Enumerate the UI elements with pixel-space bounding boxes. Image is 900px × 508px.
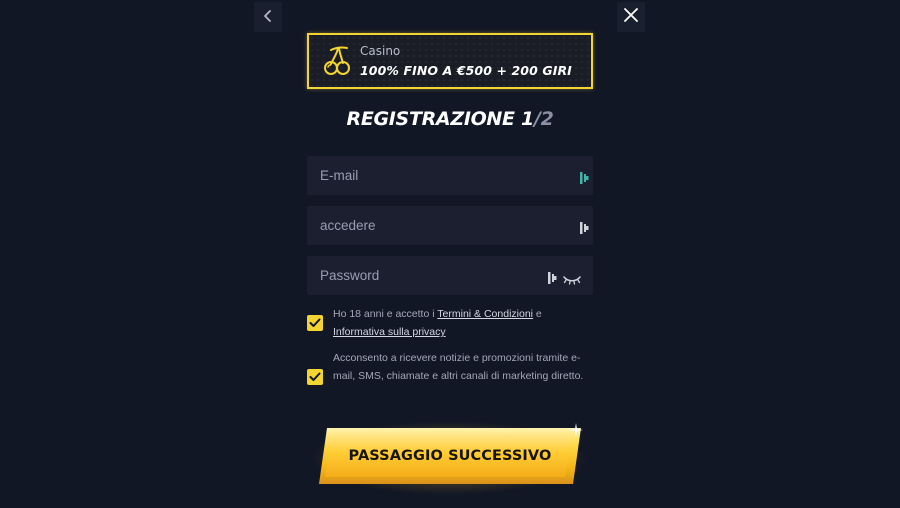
title-step-total: /2 [533, 108, 554, 130]
password-field-container [307, 256, 593, 295]
close-icon [623, 7, 639, 27]
terms-text-before: Ho 18 anni e accetto i [333, 308, 438, 320]
chevron-left-icon [263, 8, 273, 27]
password-field[interactable] [307, 256, 550, 295]
password-manager-icon[interactable] [580, 219, 590, 238]
privacy-link[interactable]: Informativa sulla privacy [333, 326, 446, 338]
terms-link[interactable]: Termini & Condizioni [437, 308, 533, 320]
login-field-container [307, 206, 593, 245]
next-step-button[interactable]: PASSAGGIO SUCCESSIVO [299, 418, 599, 498]
marketing-consent-text: Acconsento a ricevere notizie e promozio… [333, 352, 584, 382]
marketing-checkbox[interactable] [307, 369, 323, 385]
bonus-category: Casino [360, 44, 401, 58]
email-field-container [307, 156, 593, 195]
sparkle-icon [569, 422, 583, 441]
password-manager-icon[interactable] [580, 169, 590, 188]
marketing-consent-row: Acconsento a ricevere notizie e promozio… [307, 349, 597, 403]
close-button[interactable] [617, 2, 645, 32]
terms-checkbox[interactable] [307, 315, 323, 331]
title-main: REGISTRAZIONE 1 [346, 108, 534, 130]
terms-consent-row: Ho 18 anni e accetto i Termini & Condizi… [307, 305, 597, 341]
cherries-icon [321, 44, 353, 78]
login-field[interactable] [307, 206, 550, 245]
bonus-banner[interactable]: Casino 100% FINO A €500 + 200 GIRI [307, 33, 593, 89]
terms-text-mid: e [533, 308, 542, 320]
terms-consent-text: Ho 18 anni e accetto i Termini & Condizi… [333, 305, 595, 341]
email-field[interactable] [307, 156, 550, 195]
password-manager-icon[interactable] [548, 269, 558, 288]
page-title: REGISTRAZIONE 1/2 [307, 108, 593, 130]
next-step-label: PASSAGGIO SUCCESSIVO [348, 448, 552, 464]
eye-closed-icon[interactable] [563, 270, 581, 289]
bonus-offer: 100% FINO A €500 + 200 GIRI [360, 63, 572, 78]
back-button[interactable] [254, 2, 282, 32]
